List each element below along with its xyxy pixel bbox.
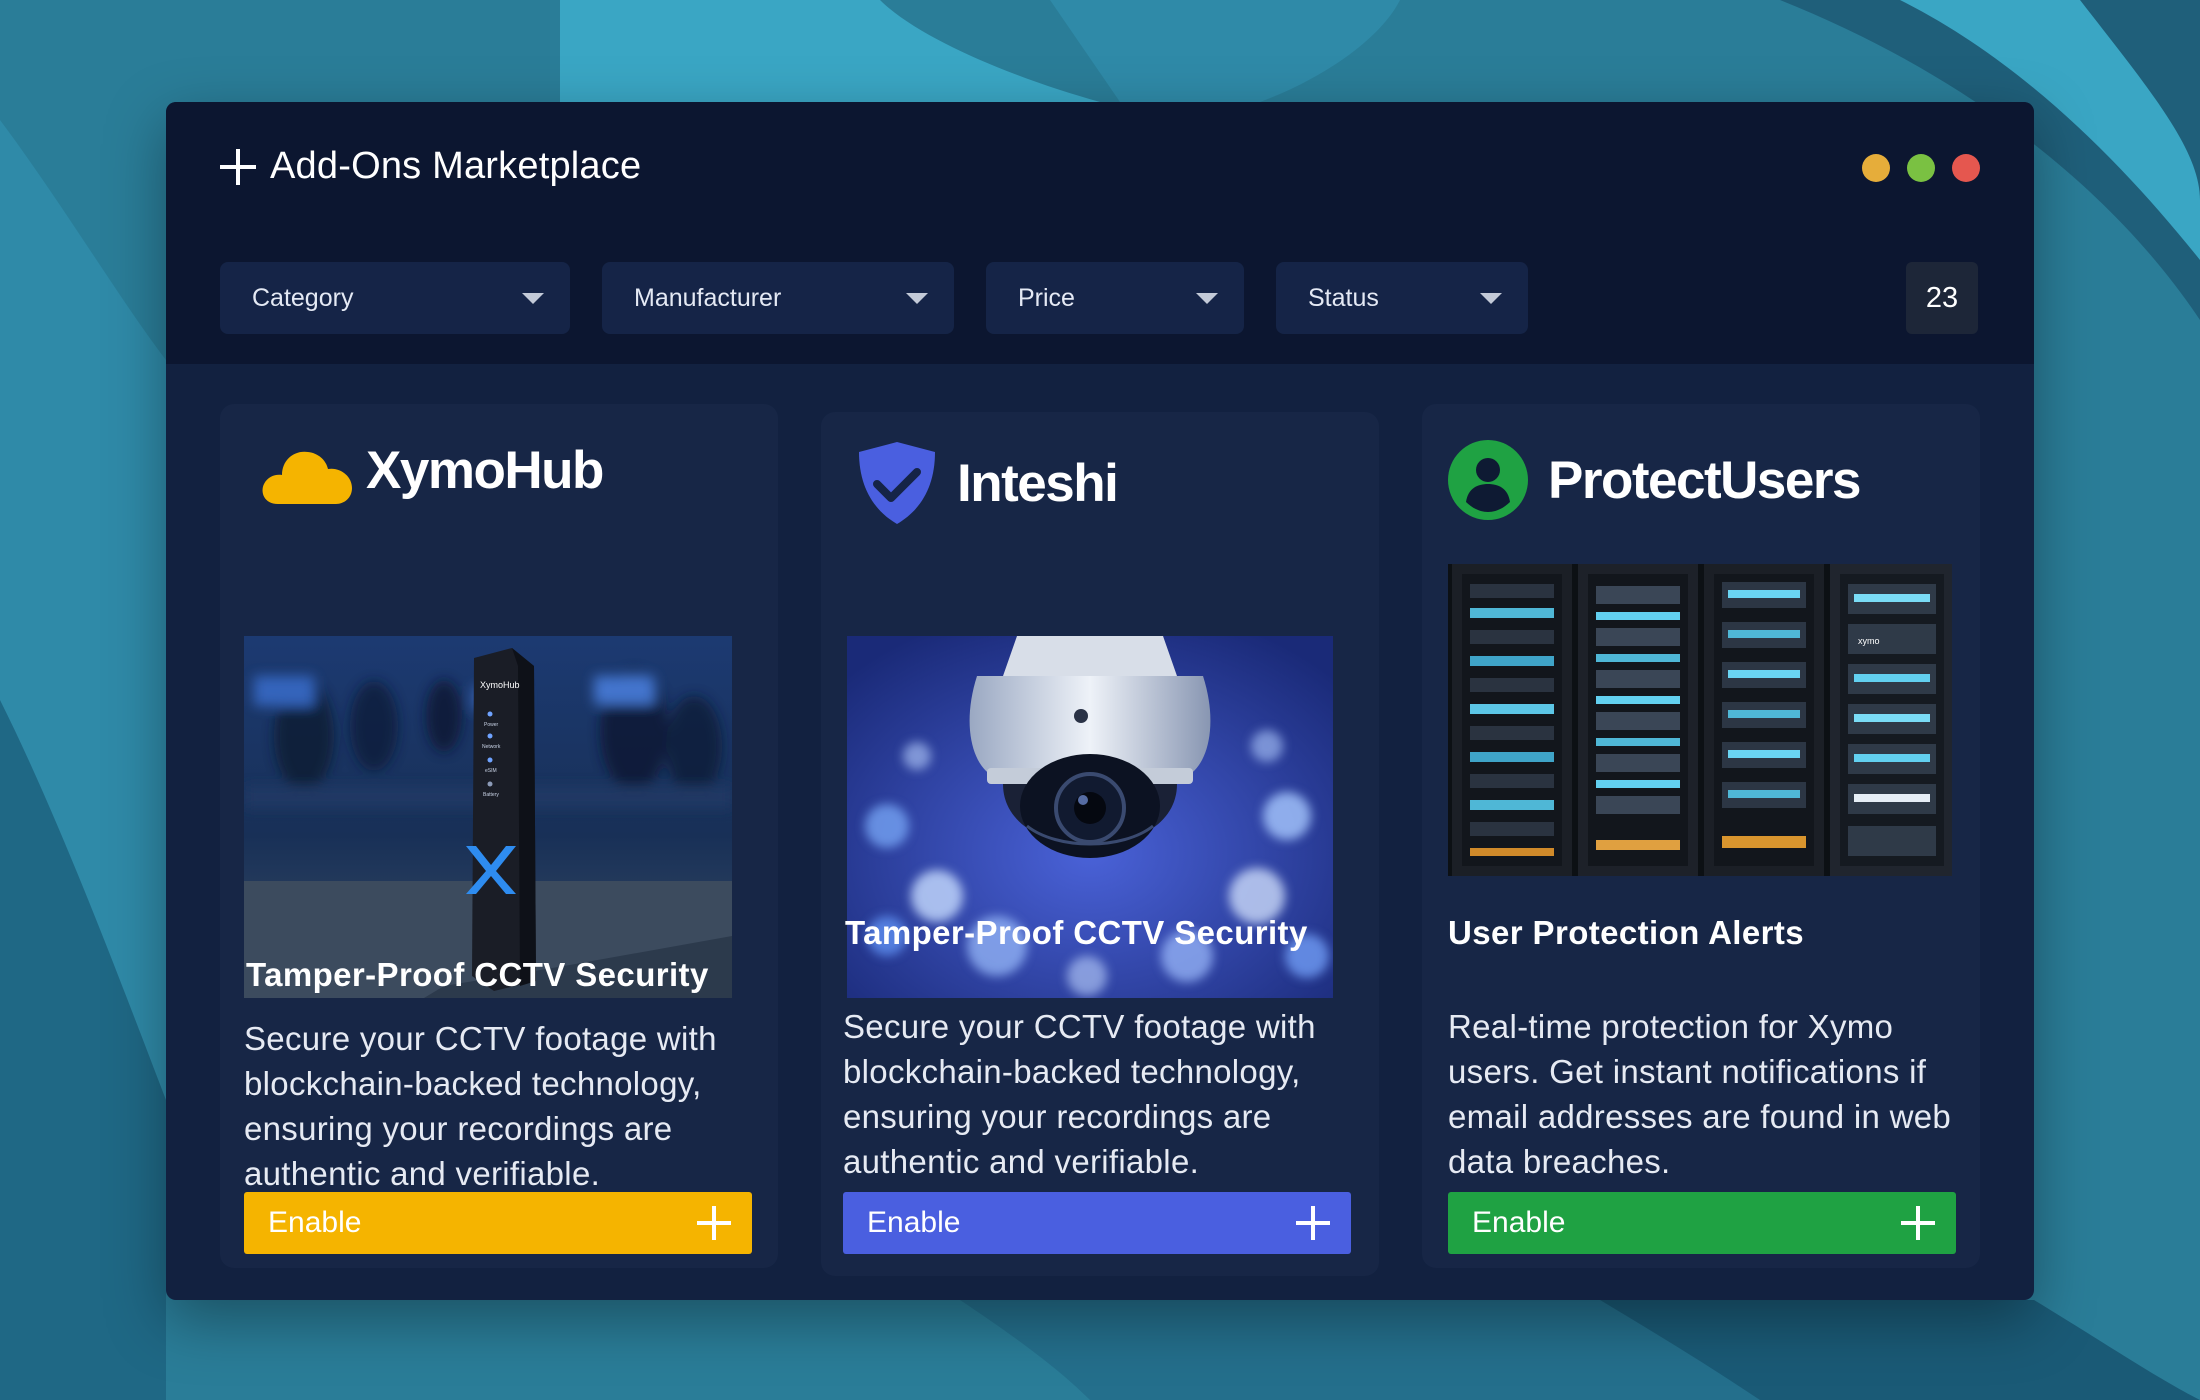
enable-button-label: Enable	[1472, 1206, 1566, 1239]
minimize-button[interactable]	[1862, 154, 1890, 182]
manufacturer-filter-label: Manufacturer	[634, 283, 782, 312]
card-description: Secure your CCTV footage with blockchain…	[843, 1008, 1316, 1180]
brand-name: Inteshi	[957, 453, 1119, 513]
addon-card-protectusers: ProtectUsers xymo User Protection Alerts…	[1422, 404, 1980, 1268]
close-button[interactable]	[1952, 154, 1980, 182]
plus-icon	[220, 148, 256, 185]
result-count-badge: 23	[1906, 262, 1978, 334]
window-title: Add-Ons Marketplace	[218, 145, 641, 188]
user-circle-icon	[1448, 440, 1528, 520]
cloud-icon	[262, 451, 352, 504]
device-logo-text: XymoHub	[480, 680, 520, 690]
maximize-button[interactable]	[1907, 154, 1935, 182]
brand-xymohub: XymoHub	[260, 434, 604, 506]
led-label: eSIM	[485, 768, 497, 774]
enable-button[interactable]: Enable	[1448, 1192, 1956, 1254]
rack-logo-text: xymo	[1858, 636, 1880, 646]
addon-card-xymohub: XymoHub XymoHub Power Network eSIM Batte…	[220, 404, 778, 1268]
plus-icon	[1296, 1206, 1330, 1240]
rack-unit	[1704, 564, 1824, 876]
shield-check-icon	[859, 442, 935, 524]
rack-unit	[1578, 564, 1698, 876]
plus-icon	[697, 1206, 731, 1240]
brand-protectusers: ProtectUsers	[1448, 440, 1861, 520]
card-description: Real-time protection for Xymo users. Get…	[1448, 1008, 1952, 1180]
addon-card-inteshi: Inteshi Tamper-Proof CCTV Security Secur…	[821, 412, 1379, 1276]
enable-button-label: Enable	[867, 1206, 961, 1239]
chevron-down-icon	[522, 292, 544, 304]
brand-inteshi: Inteshi	[855, 440, 1119, 526]
chevron-down-icon	[906, 292, 928, 304]
brand-name: XymoHub	[366, 440, 604, 500]
status-filter[interactable]: Status	[1276, 262, 1528, 334]
window-controls	[1862, 154, 1980, 182]
xymohub-device-image: XymoHub Power Network eSIM Battery	[244, 636, 732, 998]
led-label: Network	[482, 744, 501, 750]
status-filter-label: Status	[1308, 283, 1379, 312]
led-label: Battery	[483, 792, 499, 798]
marketplace-window: Add-Ons Marketplace Category Manufacture…	[166, 102, 2034, 1300]
enable-button[interactable]: Enable	[244, 1192, 752, 1254]
plus-icon	[1901, 1206, 1935, 1240]
enable-button[interactable]: Enable	[843, 1192, 1351, 1254]
chevron-down-icon	[1480, 292, 1502, 304]
window-title-text: Add-Ons Marketplace	[270, 145, 642, 187]
enable-button-label: Enable	[268, 1206, 362, 1239]
brand-name: ProtectUsers	[1548, 450, 1861, 510]
card-description: Secure your CCTV footage with blockchain…	[244, 1020, 717, 1192]
price-filter[interactable]: Price	[986, 262, 1244, 334]
server-racks-image: xymo	[1448, 564, 1952, 876]
price-filter-label: Price	[1018, 283, 1075, 312]
chevron-down-icon	[1196, 292, 1218, 304]
category-filter-label: Category	[252, 283, 354, 312]
manufacturer-filter[interactable]: Manufacturer	[602, 262, 954, 334]
led-label: Power	[484, 722, 499, 728]
rack-unit: xymo	[1830, 564, 1952, 876]
card-title: Tamper-Proof CCTV Security	[845, 914, 1308, 951]
rack-unit	[1452, 564, 1572, 876]
filter-bar: Category Manufacturer Price Status	[220, 262, 1528, 334]
category-filter[interactable]: Category	[220, 262, 570, 334]
window-header: Add-Ons Marketplace Category Manufacture…	[166, 102, 2034, 364]
card-title: Tamper-Proof CCTV Security	[246, 956, 709, 993]
card-title: User Protection Alerts	[1448, 914, 1805, 951]
